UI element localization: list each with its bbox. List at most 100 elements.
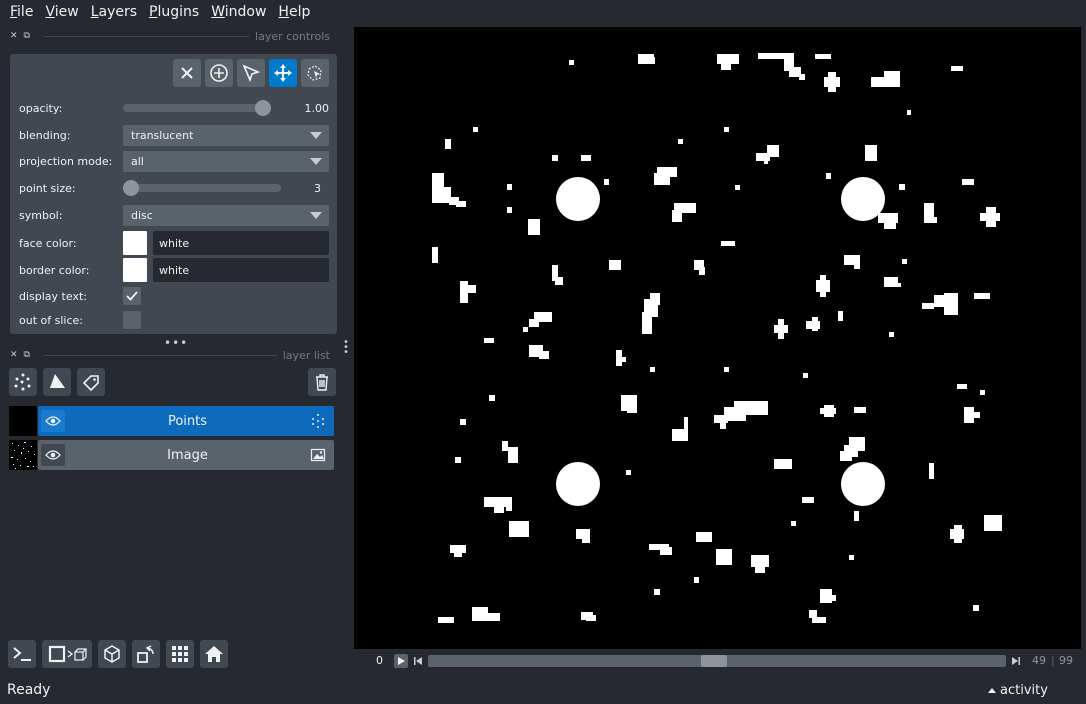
cube-icon xyxy=(104,645,120,663)
play-icon xyxy=(398,657,405,665)
menu-view[interactable]: View xyxy=(39,4,84,20)
border-color-input[interactable]: white xyxy=(153,258,329,282)
layer-controls-header: ✕ ⧉ layer controls xyxy=(10,28,330,44)
new-points-layer-button[interactable] xyxy=(9,368,37,396)
menu-window[interactable]: Window xyxy=(205,4,272,20)
point-marker[interactable] xyxy=(556,177,600,221)
menu-help[interactable]: Help xyxy=(272,4,316,20)
blending-row: blending: translucent xyxy=(19,124,329,146)
image-thumbnail xyxy=(9,440,37,470)
point-marker[interactable] xyxy=(556,462,600,506)
projection-mode-dropdown[interactable]: all xyxy=(123,150,329,172)
out-of-slice-label: out of slice: xyxy=(19,313,83,327)
projection-mode-value: all xyxy=(131,154,144,168)
blending-label: blending: xyxy=(19,128,71,142)
menu-file[interactable]: File xyxy=(4,4,39,20)
layer-name[interactable]: Image xyxy=(65,448,310,463)
image-canvas-svg[interactable] xyxy=(354,27,1081,649)
points-icon xyxy=(312,414,324,428)
transpose-dims-button[interactable] xyxy=(132,640,160,668)
step-back-button[interactable] xyxy=(412,654,424,668)
console-icon xyxy=(13,647,31,661)
dims-slider-handle[interactable] xyxy=(701,655,728,667)
step-forward-icon xyxy=(1012,657,1020,665)
symbol-label: symbol: xyxy=(19,208,63,222)
2d-3d-toggle-icon xyxy=(48,645,87,663)
header-divider xyxy=(44,35,250,37)
float-dock-icon[interactable]: ⧉ xyxy=(24,31,30,41)
layer-controls-panel: opacity: 1.00 blending: translucent proj… xyxy=(10,54,337,334)
ndisplay-button[interactable] xyxy=(42,640,92,668)
out-of-slice-row: out of slice: xyxy=(19,309,329,331)
status-text: Ready xyxy=(7,682,51,698)
face-color-swatch[interactable] xyxy=(123,231,147,255)
layer-list-header: ✕ ⧉ layer list xyxy=(10,347,330,363)
layer-row-image[interactable]: Image xyxy=(9,440,334,470)
border-color-swatch[interactable] xyxy=(123,258,147,282)
activity-button[interactable]: activity xyxy=(988,683,1048,698)
step-forward-button[interactable] xyxy=(1010,654,1022,668)
expand-up-icon xyxy=(988,688,996,693)
point-size-row: point size: 3 xyxy=(19,177,329,199)
face-color-input[interactable]: white xyxy=(153,231,329,255)
menubar: File View Layers Plugins Window Help xyxy=(0,0,1086,24)
play-button[interactable] xyxy=(394,654,408,668)
dropdown-arrow-icon xyxy=(310,131,322,139)
menu-layers[interactable]: Layers xyxy=(85,4,143,20)
dims-slider-bar: 0 49 | 99 xyxy=(354,652,1081,670)
opacity-row: opacity: 1.00 xyxy=(19,97,329,119)
symbol-row: symbol: disc xyxy=(19,204,329,226)
border-color-label: border color: xyxy=(19,263,90,277)
opacity-slider[interactable] xyxy=(123,100,271,116)
face-color-label: face color: xyxy=(19,236,77,250)
point-size-slider-handle[interactable] xyxy=(123,180,139,196)
home-button[interactable] xyxy=(200,640,228,668)
select-points-button[interactable] xyxy=(237,59,265,87)
point-marker[interactable] xyxy=(841,177,885,221)
layer-buttons xyxy=(9,368,336,396)
menu-plugins[interactable]: Plugins xyxy=(143,4,205,20)
out-of-slice-checkbox[interactable] xyxy=(123,311,141,329)
delete-selected-button[interactable] xyxy=(173,59,201,87)
grid-view-button[interactable] xyxy=(166,640,194,668)
delete-layer-button[interactable] xyxy=(308,368,336,396)
dropdown-arrow-icon xyxy=(310,211,322,219)
new-labels-layer-button[interactable] xyxy=(77,368,105,396)
viewer-canvas[interactable] xyxy=(354,27,1081,649)
console-button[interactable] xyxy=(8,640,36,668)
dims-separator: | xyxy=(1051,654,1055,667)
dims-current-value[interactable]: 49 xyxy=(1026,654,1046,667)
header-divider xyxy=(44,354,277,356)
point-size-slider[interactable] xyxy=(123,180,281,196)
step-back-icon xyxy=(414,657,422,665)
dims-total-value: 99 xyxy=(1059,654,1073,667)
border-color-row: border color: white xyxy=(19,258,329,282)
points-layer-markers xyxy=(556,177,885,506)
new-shapes-layer-button[interactable] xyxy=(43,368,71,396)
float-dock-icon[interactable]: ⧉ xyxy=(24,350,30,360)
activity-label: activity xyxy=(1000,683,1048,698)
dock-resize-handle-icon[interactable]: • • • xyxy=(343,338,349,358)
roll-dims-button[interactable] xyxy=(98,640,126,668)
close-dock-icon[interactable]: ✕ xyxy=(10,31,18,41)
opacity-slider-handle[interactable] xyxy=(255,100,271,116)
close-dock-icon[interactable]: ✕ xyxy=(10,350,18,360)
add-points-button[interactable] xyxy=(205,59,233,87)
symbol-dropdown[interactable]: disc xyxy=(123,204,329,226)
visibility-toggle[interactable] xyxy=(41,444,65,466)
point-marker[interactable] xyxy=(841,462,885,506)
dims-slider[interactable] xyxy=(428,655,1006,667)
layer-controls-title: layer controls xyxy=(255,29,330,43)
blending-dropdown[interactable]: translucent xyxy=(123,124,329,146)
grid-icon xyxy=(172,646,188,662)
point-size-label: point size: xyxy=(19,181,76,195)
layer-row-points[interactable]: Points xyxy=(9,406,334,436)
new-shapes-icon xyxy=(50,374,65,388)
layer-name[interactable]: Points xyxy=(65,414,310,429)
pan-zoom-button[interactable] xyxy=(269,59,297,87)
symbol-value: disc xyxy=(131,208,153,222)
visibility-toggle[interactable] xyxy=(41,410,65,432)
transform-button[interactable] xyxy=(301,59,329,87)
display-text-checkbox[interactable] xyxy=(123,287,141,305)
display-text-label: display text: xyxy=(19,289,87,303)
